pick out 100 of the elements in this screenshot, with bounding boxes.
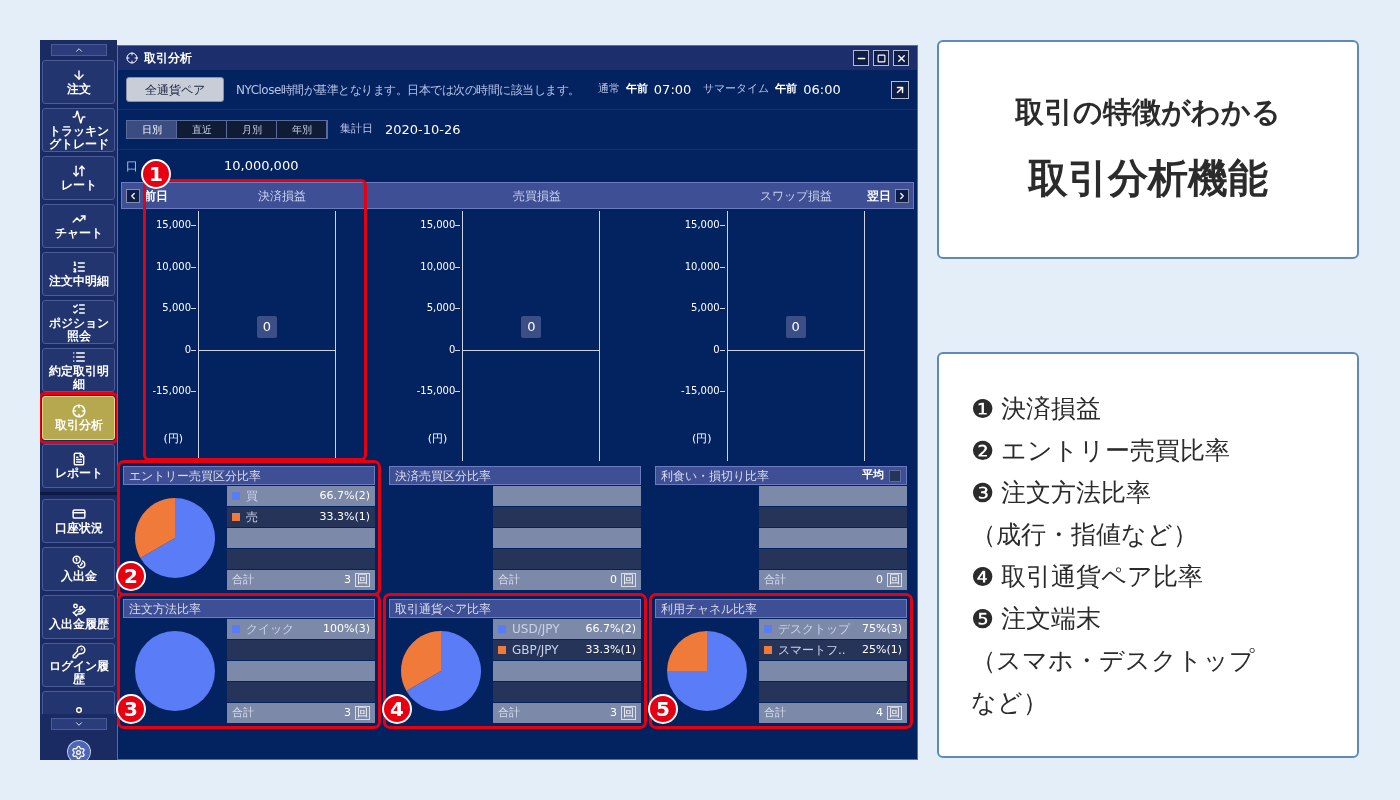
number-mark: ❷ xyxy=(971,434,996,468)
axis-label: 0 xyxy=(713,343,720,357)
legend-note: （成行・指値など） xyxy=(971,519,1199,551)
axis-label: -15,000 xyxy=(681,385,720,398)
sidebar-button[interactable]: 約定取引明細 xyxy=(42,348,115,392)
coins-icon xyxy=(71,603,86,617)
sidebar-button[interactable]: 入出金 xyxy=(42,547,115,591)
sidebar-button[interactable]: チャート xyxy=(42,204,115,248)
number-marker: 2 xyxy=(116,561,146,591)
unit-label: 回 xyxy=(887,706,902,720)
total-label: 合計 xyxy=(498,571,520,588)
normal-label: 通常 xyxy=(597,81,620,98)
currency-pair-button[interactable]: 全通貨ペア xyxy=(126,77,224,102)
axis-label: 10,000 xyxy=(684,260,720,274)
prev-button[interactable] xyxy=(126,188,140,203)
axis-label: 0 xyxy=(184,343,191,357)
legend-value: 33.3%(1) xyxy=(585,641,636,658)
total-label: 合計 xyxy=(232,704,254,721)
axis-unit: (円) xyxy=(427,430,448,447)
summer-ampm: 午前 xyxy=(775,81,798,98)
arrow-down-icon xyxy=(71,68,86,82)
legend-label: 売 xyxy=(246,509,258,526)
axis-label: -15,000 xyxy=(416,385,456,398)
unit-label: 回 xyxy=(355,573,370,587)
total-label: 合計 xyxy=(232,571,254,588)
legend-value: 75%(3) xyxy=(861,620,902,637)
axis-label: 15,000 xyxy=(156,219,191,232)
summer-time: 06:00 xyxy=(803,80,841,99)
axis-label: 10,000 xyxy=(420,260,456,274)
axis-label: 5,000 xyxy=(162,302,191,315)
legend-text: 決済損益 xyxy=(1001,393,1101,426)
sidebar-button[interactable]: レポート xyxy=(42,444,115,488)
legend-text: 取引通貨ペア比率 xyxy=(1001,561,1203,594)
document-icon xyxy=(71,452,86,466)
crosshair-icon xyxy=(71,404,86,418)
close-button[interactable] xyxy=(893,50,909,66)
chart-title: 決済損益 xyxy=(258,187,306,205)
legend-value: 33.3%(1) xyxy=(319,508,370,525)
popout-button[interactable] xyxy=(891,80,909,99)
normal-ampm: 午前 xyxy=(625,81,648,98)
panel-title: 注文方法比率 xyxy=(129,600,201,618)
sidebar-button[interactable]: レート xyxy=(42,156,115,200)
sidebar-button[interactable]: 注文 xyxy=(42,60,115,104)
summer-label: サマータイム xyxy=(703,81,770,98)
sidebar-button[interactable]: ポジション照会 xyxy=(42,300,115,344)
panel-title: 利用チャネル比率 xyxy=(661,600,757,618)
sidebar-button[interactable]: 注文中明細 xyxy=(42,252,115,296)
total-value: 4 xyxy=(876,704,883,721)
account-label: 口 xyxy=(126,158,138,175)
settings-button[interactable] xyxy=(66,740,91,760)
axis-label: 15,000 xyxy=(684,219,720,232)
chevron-up-icon xyxy=(73,45,84,55)
chevron-right-icon xyxy=(897,190,907,201)
normal-time: 07:00 xyxy=(653,80,692,99)
average-checkbox[interactable] xyxy=(889,469,901,482)
wave-icon xyxy=(71,109,86,124)
period-tab[interactable]: 日別 xyxy=(127,121,177,138)
list-check-icon xyxy=(71,301,86,316)
axis-unit: (円) xyxy=(163,430,183,447)
chevron-down-icon xyxy=(73,719,84,729)
next-button[interactable] xyxy=(895,188,909,203)
number-mark: ❸ xyxy=(971,476,996,510)
headline-text: 取引の特徴がわかる xyxy=(1015,93,1281,131)
total-value: 0 xyxy=(610,571,617,588)
crosshair-icon xyxy=(126,52,138,64)
axis-label: -15,000 xyxy=(152,385,191,398)
legend-label: デスクトップ xyxy=(778,621,850,638)
period-tab[interactable]: 月別 xyxy=(227,121,277,138)
total-value: 3 xyxy=(344,571,351,588)
list-icon xyxy=(71,349,86,364)
period-tab[interactable]: 年別 xyxy=(277,121,327,138)
legend-value: 66.7%(2) xyxy=(319,487,370,504)
minimize-button[interactable] xyxy=(853,50,869,66)
next-day-label: 翌日 xyxy=(867,187,891,205)
close-icon xyxy=(895,52,907,64)
number-mark: ❹ xyxy=(971,560,996,594)
total-value: 3 xyxy=(344,704,351,721)
axis-label: 5,000 xyxy=(691,302,720,315)
number-mark: ❺ xyxy=(971,602,996,636)
maximize-button[interactable] xyxy=(873,50,889,66)
headline-text: 取引分析機能 xyxy=(1028,154,1268,204)
unit-label: 回 xyxy=(621,706,636,720)
window-title: 取引分析 xyxy=(144,50,192,67)
legend-text: 注文方法比率 xyxy=(1001,477,1151,510)
legend-text: エントリー売買比率 xyxy=(1001,435,1230,468)
total-value: 0 xyxy=(876,571,883,588)
sidebar-button[interactable]: ログイン履歴 xyxy=(42,643,115,687)
total-label: 合計 xyxy=(764,571,786,588)
unit-label: 回 xyxy=(887,573,902,587)
legend-label: USD/JPY xyxy=(512,621,560,638)
unit-label: 回 xyxy=(355,706,370,720)
legend-label: スマートフ.. xyxy=(778,642,846,659)
sidebar-button[interactable]: 口座状況 xyxy=(42,499,115,543)
sidebar-button[interactable]: 入出金履歴 xyxy=(42,595,115,639)
coins-icon xyxy=(71,555,86,569)
legend-note: （スマホ・デスクトップなど） xyxy=(971,645,1256,719)
legend-value: 100%(3) xyxy=(322,620,370,637)
trend-icon xyxy=(71,212,86,226)
period-tab[interactable]: 直近 xyxy=(177,121,227,138)
sidebar-button[interactable]: トラッキングトレード xyxy=(42,108,115,152)
